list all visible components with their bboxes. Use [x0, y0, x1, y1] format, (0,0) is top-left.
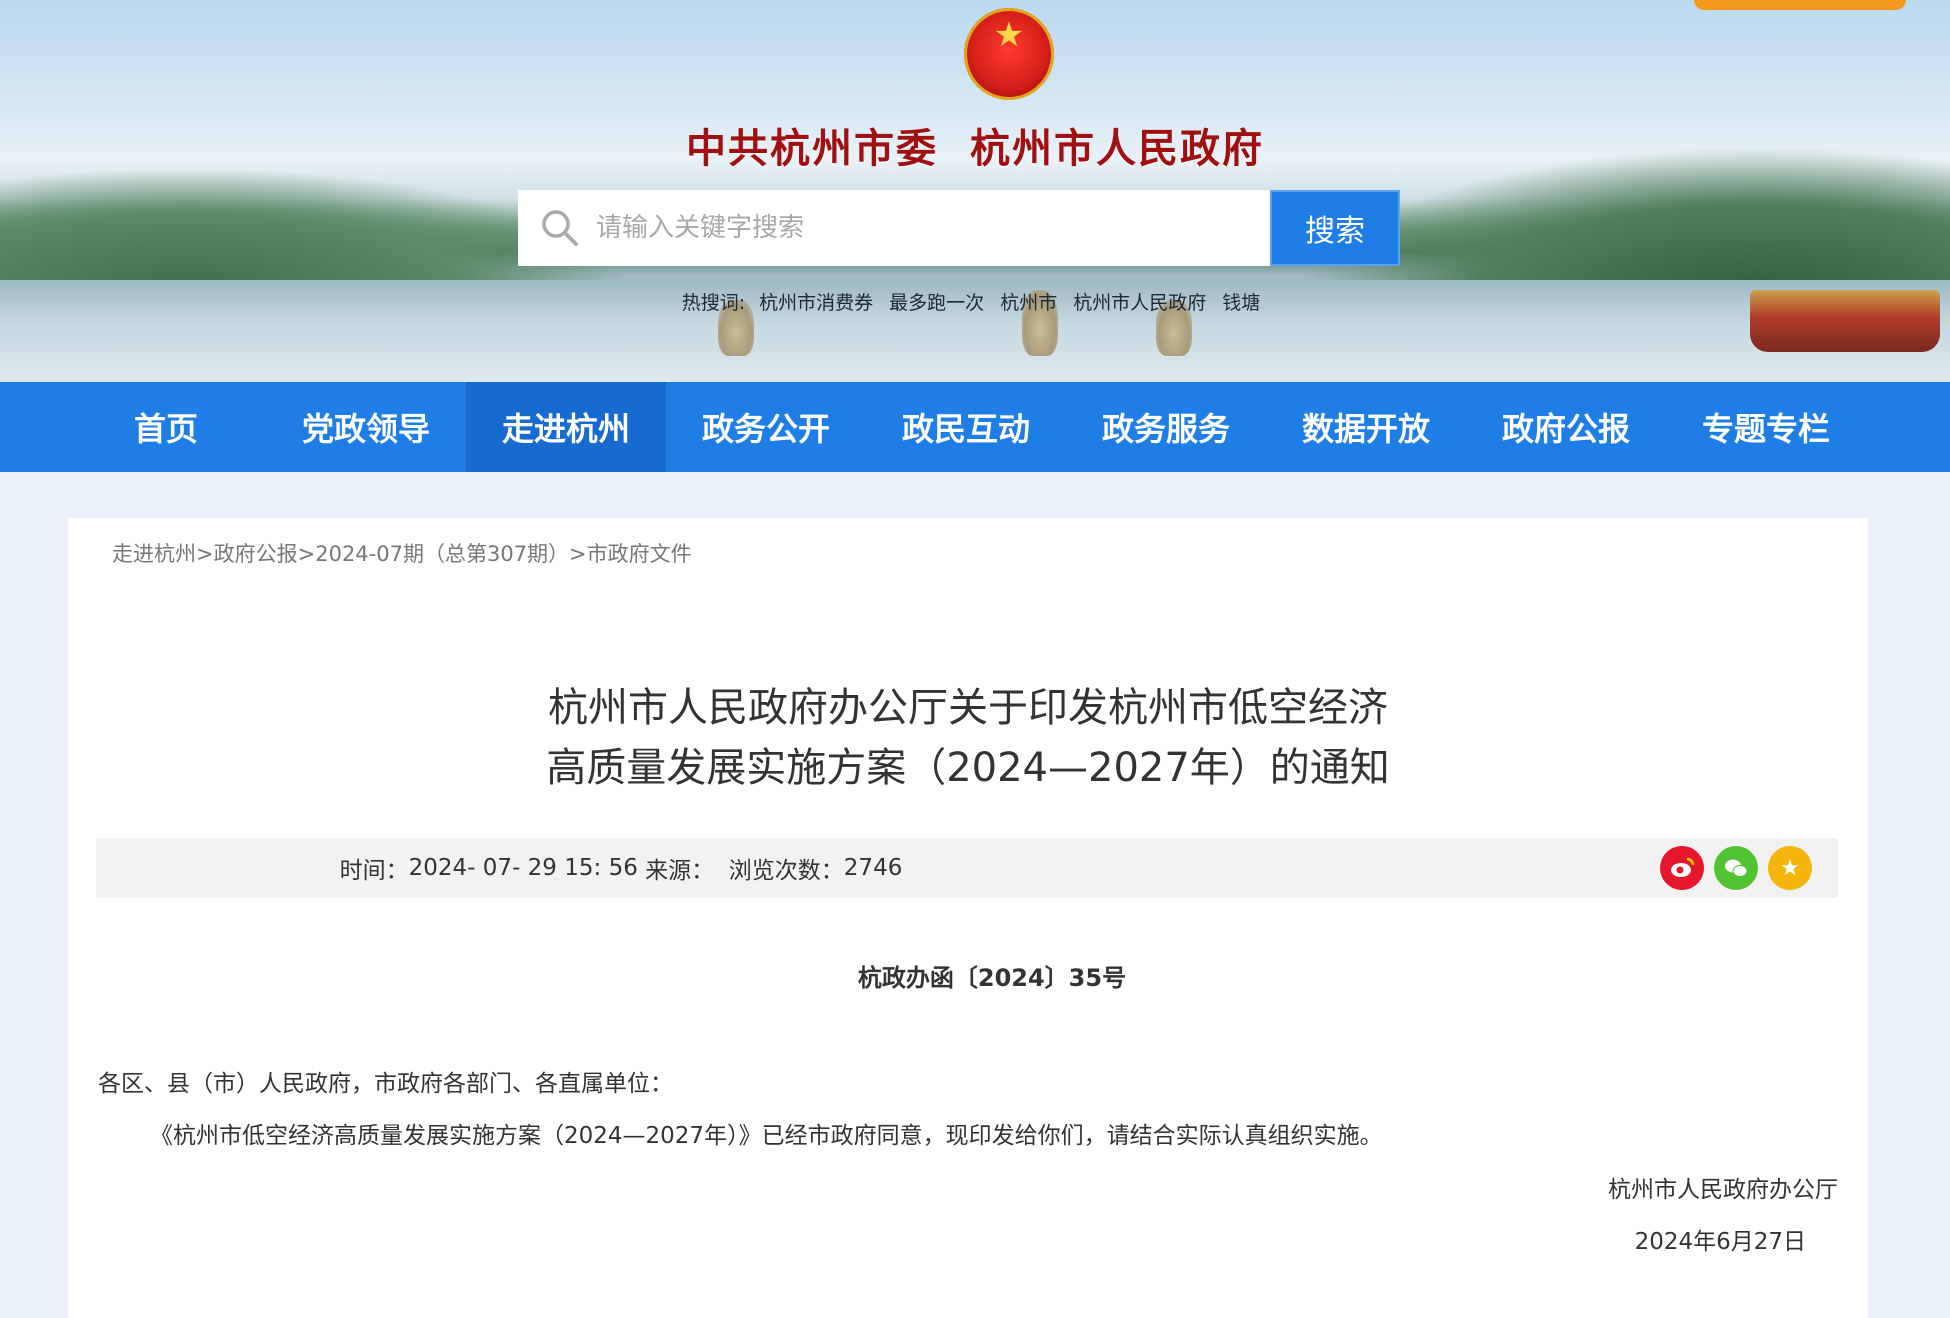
nav-item-gazette[interactable]: 政府公报: [1466, 382, 1666, 472]
nav-item-special-topics[interactable]: 专题专栏: [1666, 382, 1866, 472]
source-label: 来源：: [645, 858, 715, 884]
issue-date: 2024年6月27日: [1634, 1229, 1806, 1255]
breadcrumb-link[interactable]: 政府公报: [214, 542, 298, 566]
nav-item-gov-affairs-open[interactable]: 政务公开: [666, 382, 866, 472]
hot-search-link[interactable]: 钱塘: [1222, 292, 1260, 314]
hot-search-link[interactable]: 杭州市人民政府: [1073, 292, 1206, 314]
addressee: 各区、县（市）人民政府，市政府各部门、各直属单位：: [98, 1071, 673, 1097]
top-corner-tab[interactable]: [1694, 0, 1906, 10]
article-title-line: 杭州市人民政府办公厅关于印发杭州市低空经济: [548, 685, 1388, 731]
hot-search-bar: 热搜词: 杭州市消费券 最多跑一次 杭州市 杭州市人民政府 钱塘: [0, 288, 1950, 315]
issuing-office: 杭州市人民政府办公厅: [1608, 1177, 1838, 1203]
national-emblem-icon: ★: [964, 8, 1054, 100]
nav-item-open-data[interactable]: 数据开放: [1266, 382, 1466, 472]
hot-search-label: 热搜词:: [681, 292, 746, 314]
article-meta: 时间： 2024- 07- 29 15: 56 来源： 浏览次数： 2746: [96, 838, 1146, 898]
site-title[interactable]: 中共杭州市委 杭州市人民政府: [0, 116, 1950, 174]
share-buttons: ★: [1660, 846, 1812, 890]
article-title: 杭州市人民政府办公厅关于印发杭州市低空经济 高质量发展实施方案（2024—202…: [68, 678, 1868, 798]
hot-search-link[interactable]: 杭州市消费券: [759, 292, 873, 314]
article-title-line: 高质量发展实施方案（2024—2027年）的通知: [546, 745, 1390, 791]
nav-item-leadership[interactable]: 党政领导: [266, 382, 466, 472]
breadcrumb-separator: >: [196, 542, 214, 566]
breadcrumb-link[interactable]: 走进杭州: [112, 542, 196, 566]
breadcrumb-separator: >: [569, 542, 587, 566]
article-card: 走进杭州>政府公报>2024-07期（总第307期）>市政府文件 杭州市人民政府…: [68, 518, 1868, 1318]
breadcrumb: 走进杭州>政府公报>2024-07期（总第307期）>市政府文件: [112, 538, 692, 568]
time-label: 时间：: [339, 858, 409, 884]
views-count: 2746: [843, 855, 903, 881]
main-nav: 首页 党政领导 走进杭州 政务公开 政民互动 政务服务 数据开放 政府公报 专题…: [0, 382, 1950, 472]
nav-item-interaction[interactable]: 政民互动: [866, 382, 1066, 472]
nav-item-about-hangzhou[interactable]: 走进杭州: [466, 382, 666, 472]
time-value: 2024- 07- 29 15: 56: [408, 855, 638, 881]
article-meta-bar: 时间： 2024- 07- 29 15: 56 来源： 浏览次数： 2746 ★: [96, 838, 1838, 898]
search-input[interactable]: [594, 197, 1258, 259]
wechat-icon[interactable]: [1714, 846, 1758, 890]
views-label: 浏览次数：: [728, 858, 844, 884]
favorite-icon[interactable]: ★: [1768, 846, 1812, 890]
breadcrumb-link[interactable]: 2024-07期（总第307期）: [315, 542, 569, 566]
hot-search-link[interactable]: 杭州市: [1000, 292, 1057, 314]
breadcrumb-link[interactable]: 市政府文件: [587, 542, 692, 566]
header-banner: ★ 中共杭州市委杭州市人民政府 搜索 热搜词:杭州市消费券最多跑一次杭州市杭州市…: [0, 0, 1950, 382]
search-button[interactable]: 搜索: [1270, 190, 1400, 266]
nav-item-home[interactable]: 首页: [66, 382, 266, 472]
weibo-icon[interactable]: [1660, 846, 1704, 890]
nav-item-services[interactable]: 政务服务: [1066, 382, 1266, 472]
hot-search-link[interactable]: 最多跑一次: [889, 292, 984, 314]
breadcrumb-separator: >: [297, 542, 316, 566]
body-paragraph: 《杭州市低空经济高质量发展实施方案（2024—2027年）》已经市政府同意，现印…: [150, 1123, 1383, 1149]
search-icon: [538, 206, 582, 250]
document-number: 杭政办函〔2024〕35号: [857, 964, 1127, 992]
site-title-party-committee: 中共杭州市委: [686, 125, 938, 172]
site-title-government: 杭州市人民政府: [970, 125, 1264, 172]
search-box: [518, 190, 1270, 266]
